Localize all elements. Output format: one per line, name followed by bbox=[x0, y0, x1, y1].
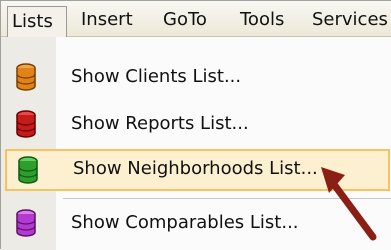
menu-item-label: Show Reports List... bbox=[71, 113, 249, 134]
app-window: Lists Insert GoTo Tools Services Show Cl… bbox=[0, 0, 391, 250]
menu-item-label: Show Neighborhoods List... bbox=[73, 158, 318, 179]
menu-bar: Lists Insert GoTo Tools Services bbox=[1, 1, 391, 37]
annotation-arrow-icon bbox=[321, 167, 377, 241]
menu-item-label: Show Comparables List... bbox=[71, 212, 299, 233]
menu-item-show-clients-list[interactable]: Show Clients List... bbox=[1, 57, 391, 97]
database-icon bbox=[16, 63, 36, 91]
menu-tools[interactable]: Tools bbox=[240, 7, 284, 33]
database-icon bbox=[18, 156, 38, 184]
menu-services[interactable]: Services bbox=[312, 7, 388, 33]
menu-insert[interactable]: Insert bbox=[81, 7, 133, 33]
menu-goto[interactable]: GoTo bbox=[163, 7, 207, 33]
menu-item-show-reports-list[interactable]: Show Reports List... bbox=[1, 104, 391, 144]
database-icon bbox=[16, 209, 36, 237]
database-icon bbox=[16, 110, 36, 138]
menu-item-label: Show Clients List... bbox=[71, 66, 242, 87]
menu-lists[interactable]: Lists bbox=[7, 6, 67, 37]
